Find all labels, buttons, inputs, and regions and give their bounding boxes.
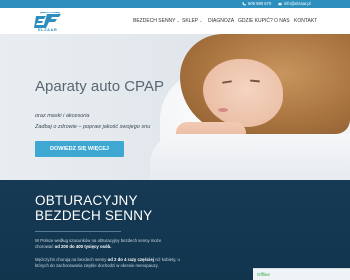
hero-tagline: Zadbaj o zdrowie – popraw jakość swojego… bbox=[35, 124, 151, 130]
hero-title: Aparaty auto CPAP bbox=[35, 78, 164, 95]
nav-diagnoza[interactable]: DIAGNOZA bbox=[208, 18, 234, 24]
section-title-line: OBTURACYJNY bbox=[35, 193, 138, 208]
paragraph-text: Mężczyźni chorują na bezdech senny bbox=[35, 257, 108, 262]
phone-icon bbox=[242, 1, 246, 6]
logo-text: ELZAAR bbox=[38, 27, 58, 32]
hero-image-lips bbox=[218, 108, 228, 112]
nav-label: O NAS bbox=[274, 18, 290, 24]
section-title: OBTURACYJNY BEZDECH SENNY bbox=[35, 193, 152, 223]
nav-label: GDZIE KUPIĆ? bbox=[238, 18, 273, 24]
nav-kontakt[interactable]: KONTAKT bbox=[294, 18, 317, 24]
envelope-icon bbox=[278, 2, 282, 5]
chevron-down-icon: ⌄ bbox=[176, 18, 180, 23]
learn-more-button[interactable]: DOWIEDZ SIĘ WIĘCEJ bbox=[35, 141, 124, 157]
hero-subtitle: oraz maski i akcesoria bbox=[35, 113, 90, 119]
nav-label: BEZDECH SENNY bbox=[133, 18, 176, 24]
hero-banner bbox=[0, 34, 350, 180]
nav-label: KONTAKT bbox=[294, 18, 318, 24]
chevron-down-icon: ⌄ bbox=[199, 18, 203, 23]
top-contact-bar: 609 990 670 info@elzaar.pl bbox=[0, 0, 350, 8]
email-contact[interactable]: info@elzaar.pl bbox=[278, 1, 311, 6]
paragraph-highlight: od 2 do 4 razy częściej bbox=[107, 257, 154, 262]
section-title-line: BEZDECH SENNY bbox=[35, 208, 153, 223]
section-divider bbox=[35, 231, 121, 232]
nav-gdzie-kupic[interactable]: GDZIE KUPIĆ? bbox=[238, 18, 273, 24]
site-header: ELZAAR BEZDECH SENNY⌄ SKLEP⌄ DIAGNOZA GD… bbox=[0, 8, 350, 34]
nav-o-nas[interactable]: O NAS bbox=[274, 18, 290, 24]
nav-label: DIAGNOZA bbox=[208, 18, 235, 24]
phone-number: 609 990 670 bbox=[248, 1, 272, 6]
hero-image-blanket bbox=[150, 134, 350, 180]
email-address: info@elzaar.pl bbox=[284, 1, 311, 6]
paragraph-statistics: W Polsce według szacunków na obturacyjny… bbox=[35, 238, 180, 251]
chat-widget[interactable]: Offline bbox=[253, 268, 350, 280]
paragraph-highlight: od 200 do 400 tysięcy osób. bbox=[54, 244, 112, 250]
nav-sklep[interactable]: SKLEP⌄ bbox=[182, 18, 202, 24]
paragraph-gender: Mężczyźni chorują na bezdech senny od 2 … bbox=[35, 257, 180, 270]
nav-bezdech-senny[interactable]: BEZDECH SENNY⌄ bbox=[133, 18, 180, 24]
phone-contact[interactable]: 609 990 670 bbox=[242, 1, 271, 6]
nav-label: SKLEP bbox=[182, 18, 199, 24]
chat-status: Offline bbox=[257, 272, 270, 277]
